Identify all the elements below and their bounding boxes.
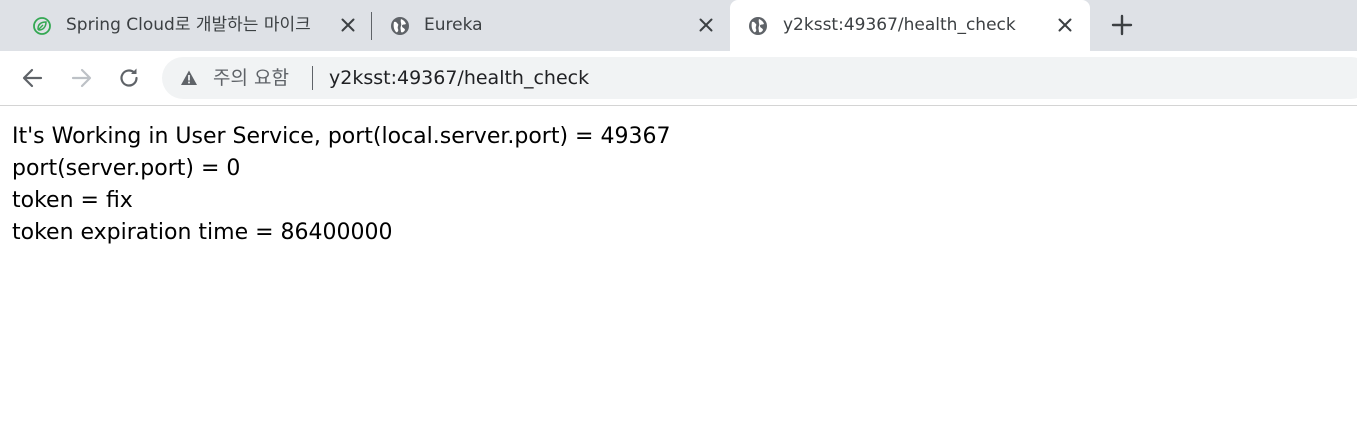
forward-arrow-icon[interactable] bbox=[67, 64, 95, 92]
tab-eureka[interactable]: Eureka bbox=[372, 0, 730, 51]
token-expiration-line: token expiration time = 86400000 bbox=[12, 220, 393, 245]
tab-strip: Spring Cloud로 개발하는 마이크 Eureka y2ksst:493… bbox=[0, 0, 1357, 51]
new-tab-icon[interactable] bbox=[1110, 13, 1134, 37]
address-bar[interactable]: 주의 요함 y2ksst:49367/health_check bbox=[162, 57, 1357, 99]
page-content: It's Working in User Service, port(local… bbox=[12, 121, 670, 249]
reload-icon[interactable] bbox=[115, 64, 143, 92]
security-label[interactable]: 주의 요함 bbox=[213, 66, 289, 90]
close-icon[interactable] bbox=[696, 15, 716, 35]
back-arrow-icon[interactable] bbox=[19, 64, 47, 92]
globe-icon bbox=[391, 17, 409, 35]
browser-toolbar: 주의 요함 y2ksst:49367/health_check bbox=[0, 51, 1357, 106]
url-text[interactable]: y2ksst:49367/health_check bbox=[329, 66, 589, 90]
server-port-line: port(server.port) = 0 bbox=[12, 156, 241, 181]
url-divider bbox=[312, 66, 313, 90]
tab-title: Spring Cloud로 개발하는 마이크 bbox=[66, 15, 311, 35]
warning-icon[interactable] bbox=[180, 69, 198, 87]
tab-title: Eureka bbox=[424, 15, 483, 35]
health-check-line: It's Working in User Service, port(local… bbox=[12, 124, 671, 149]
close-icon[interactable] bbox=[1055, 15, 1075, 35]
token-line: token = fix bbox=[12, 188, 133, 213]
spring-leaf-icon bbox=[33, 17, 51, 35]
tab-health-check[interactable]: y2ksst:49367/health_check bbox=[730, 0, 1090, 51]
tab-title: y2ksst:49367/health_check bbox=[783, 15, 1016, 35]
close-icon[interactable] bbox=[338, 15, 358, 35]
tab-spring-cloud[interactable]: Spring Cloud로 개발하는 마이크 bbox=[12, 0, 370, 51]
globe-icon bbox=[749, 17, 767, 35]
